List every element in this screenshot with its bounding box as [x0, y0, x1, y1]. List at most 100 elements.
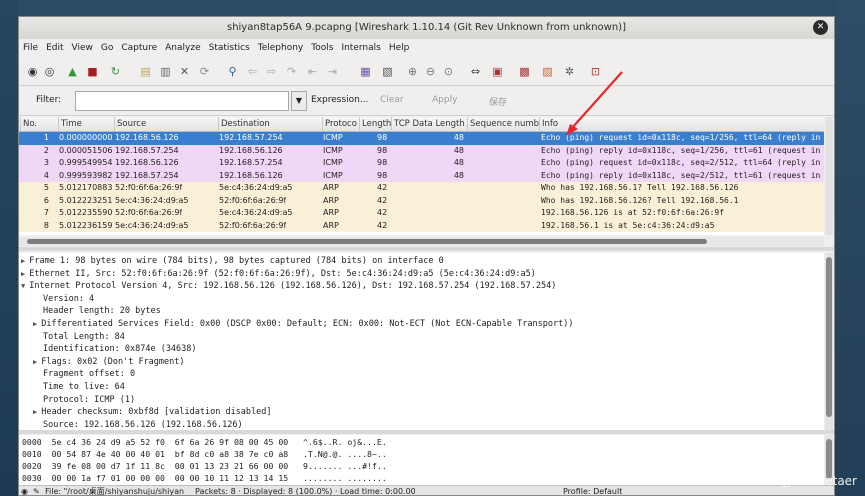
clear-button[interactable]: Clear [380, 95, 404, 105]
column-header[interactable]: Time [61, 119, 115, 129]
menu-edit[interactable]: Edit [42, 40, 67, 57]
restart-capture-icon[interactable]: ↻ [107, 63, 124, 80]
column-separator[interactable] [114, 117, 115, 131]
packet-list[interactable]: No. Time Source Destination Protoco Length TCP… [19, 117, 824, 235]
detail-tree-item[interactable]: Total Length: 84 [33, 331, 125, 344]
display-filters-icon[interactable]: ▩ [516, 63, 533, 80]
hex-dump-line[interactable]: 0010 00 54 87 4e 40 00 40 01 bf 8d c0 a8… [22, 449, 387, 461]
menu-capture[interactable]: Capture [117, 40, 161, 57]
column-header[interactable]: Destination [221, 119, 323, 129]
hex-dump-line[interactable]: 0000 5e c4 36 24 d9 a5 52 f0 6f 6a 26 9f… [22, 437, 387, 449]
hex-dump-line[interactable]: 0030 00 00 1a f7 01 00 00 00 00 00 10 11… [22, 473, 387, 485]
find-packet-icon[interactable]: ⚲ [224, 63, 241, 80]
colorize-icon[interactable]: ▦ [357, 63, 374, 80]
menu-statistics[interactable]: Statistics [205, 40, 254, 57]
go-to-packet-icon[interactable]: ↷ [283, 63, 300, 80]
detail-tree-item[interactable]: ▶ Flags: 0x02 (Don't Fragment) [33, 356, 185, 369]
expanded-arrow-icon[interactable]: ▼ [21, 282, 25, 290]
menu-tools[interactable]: Tools [307, 40, 337, 57]
column-header[interactable]: Sequence numbe [470, 119, 540, 129]
details-vertical-scrollbar[interactable] [825, 253, 833, 431]
expert-info-icon[interactable]: ◉ [21, 486, 31, 495]
menu-internals[interactable]: Internals [337, 40, 384, 57]
packet-row[interactable]: 6 5.012223251 5e:c4:36:24:d9:a5 52:f0:6f:6a… [19, 194, 824, 207]
scrollbar-thumb[interactable] [826, 257, 832, 417]
column-separator[interactable] [218, 117, 219, 131]
reload-icon[interactable]: ⟳ [196, 63, 213, 80]
save-file-icon[interactable]: ▥ [157, 63, 174, 80]
column-separator[interactable] [322, 117, 323, 131]
collapsed-arrow-icon[interactable]: ▶ [33, 408, 37, 416]
start-capture-icon[interactable]: ▲ [64, 63, 81, 80]
packet-row[interactable]: 3 0.999549954 192.168.56.126 192.168.57.254… [19, 157, 824, 170]
packet-row[interactable]: 8 5.012236159 5e:c4:36:24:d9:a5 52:f0:6f:6a… [19, 219, 824, 232]
detail-tree-item[interactable]: ▼ Internet Protocol Version 4, Src: 192.1… [21, 280, 556, 293]
hex-dump-line[interactable]: 0020 39 fe 08 00 d7 1f 11 8c 00 01 13 23… [22, 461, 387, 473]
packet-row[interactable]: 2 0.000051506 192.168.57.254 192.168.56.126… [19, 144, 824, 157]
menu-telephony[interactable]: Telephony [254, 40, 308, 57]
column-separator[interactable] [467, 117, 468, 131]
detail-tree-item[interactable]: Time to live: 64 [33, 381, 125, 394]
stop-capture-icon[interactable]: ■ [84, 63, 101, 80]
collapsed-arrow-icon[interactable]: ▶ [33, 358, 37, 366]
resize-columns-icon[interactable]: ⇔ [467, 63, 484, 80]
menu-view[interactable]: View [68, 40, 97, 57]
detail-tree-item[interactable]: Protocol: ICMP (1) [33, 394, 135, 407]
zoom-in-icon[interactable]: ⊕ [404, 63, 421, 80]
options-icon[interactable]: ◎ [41, 63, 58, 80]
open-file-icon[interactable]: ▤ [137, 63, 154, 80]
column-separator[interactable] [359, 117, 360, 131]
expression-button[interactable]: Expression... [311, 95, 368, 105]
menu-help[interactable]: Help [385, 40, 414, 57]
close-file-icon[interactable]: ✕ [176, 63, 193, 80]
interfaces-icon[interactable]: ◉ [24, 63, 41, 80]
pane-splitter[interactable] [19, 247, 834, 251]
help-icon[interactable]: ⊡ [587, 63, 604, 80]
scrollbar-thumb[interactable] [27, 239, 707, 244]
go-forward-icon[interactable]: ⇨ [263, 63, 280, 80]
detail-tree-item[interactable]: ▶ Frame 1: 98 bytes on wire (784 bits), 9… [21, 255, 444, 268]
column-header[interactable]: No. [23, 119, 59, 129]
column-separator[interactable] [539, 117, 540, 131]
detail-tree-item[interactable]: Version: 4 [33, 293, 94, 306]
menu-analyze[interactable]: Analyze [161, 40, 204, 57]
packet-list-horizontal-scrollbar[interactable] [19, 237, 824, 246]
zoom-out-icon[interactable]: ⊖ [422, 63, 439, 80]
detail-tree-item[interactable]: ▶ Ethernet II, Src: 52:f0:6f:6a:26:9f (52… [21, 268, 536, 281]
detail-tree-item[interactable]: Fragment offset: 0 [33, 368, 135, 381]
pane-splitter[interactable] [19, 430, 834, 434]
capture-filters-icon[interactable]: ▣ [489, 63, 506, 80]
packet-row[interactable]: 1 0.000000000 192.168.56.126 192.168.57.254… [19, 132, 824, 145]
collapsed-arrow-icon[interactable]: ▶ [21, 270, 25, 278]
first-packet-icon[interactable]: ⇤ [304, 63, 321, 80]
column-header[interactable]: Info [542, 119, 822, 129]
last-packet-icon[interactable]: ⇥ [324, 63, 341, 80]
go-back-icon[interactable]: ⇦ [244, 63, 261, 80]
column-separator[interactable] [391, 117, 392, 131]
column-separator[interactable] [20, 117, 21, 131]
coloring-rules-icon[interactable]: ▨ [539, 63, 556, 80]
apply-button[interactable]: Apply [432, 95, 457, 105]
filter-dropdown-button[interactable]: ▼ [291, 91, 307, 111]
display-filter-input[interactable] [75, 91, 289, 111]
scrollbar-thumb[interactable] [826, 439, 832, 479]
packet-bytes-pane[interactable]: 0000 5e c4 36 24 d9 a5 52 f0 6f 6a 26 9f… [19, 435, 824, 485]
collapsed-arrow-icon[interactable]: ▶ [33, 320, 37, 328]
edit-comment-icon[interactable]: ✎ [33, 486, 41, 495]
column-header[interactable]: Source [117, 119, 219, 129]
detail-tree-item[interactable]: ▶ Header checksum: 0xbf8d [validation dis… [33, 406, 272, 419]
normal-size-icon[interactable]: ⊙ [440, 63, 457, 80]
packet-row[interactable]: 4 0.999593982 192.168.57.254 192.168.56.126… [19, 169, 824, 182]
save-filter-button[interactable]: 保存 [489, 95, 507, 108]
packet-details-tree[interactable]: ▶ Frame 1: 98 bytes on wire (784 bits), 9… [19, 253, 824, 431]
detail-tree-item[interactable]: Header length: 20 bytes [33, 305, 161, 318]
column-header[interactable]: Length [362, 119, 392, 129]
packet-row[interactable]: 5 5.012170883 52:f0:6f:6a:26:9f 5e:c4:36:24… [19, 182, 824, 195]
column-separator[interactable] [58, 117, 59, 131]
detail-tree-item[interactable]: ▶ Differentiated Services Field: 0x00 (DS… [33, 318, 573, 331]
auto-scroll-icon[interactable]: ▧ [379, 63, 396, 80]
column-header[interactable]: Protoco [325, 119, 360, 129]
column-header[interactable]: TCP Data Length [394, 119, 468, 129]
packet-row[interactable]: 7 5.012235590 52:f0:6f:6a:26:9f 5e:c4:36:24… [19, 207, 824, 220]
close-icon[interactable]: ✕ [813, 20, 828, 35]
